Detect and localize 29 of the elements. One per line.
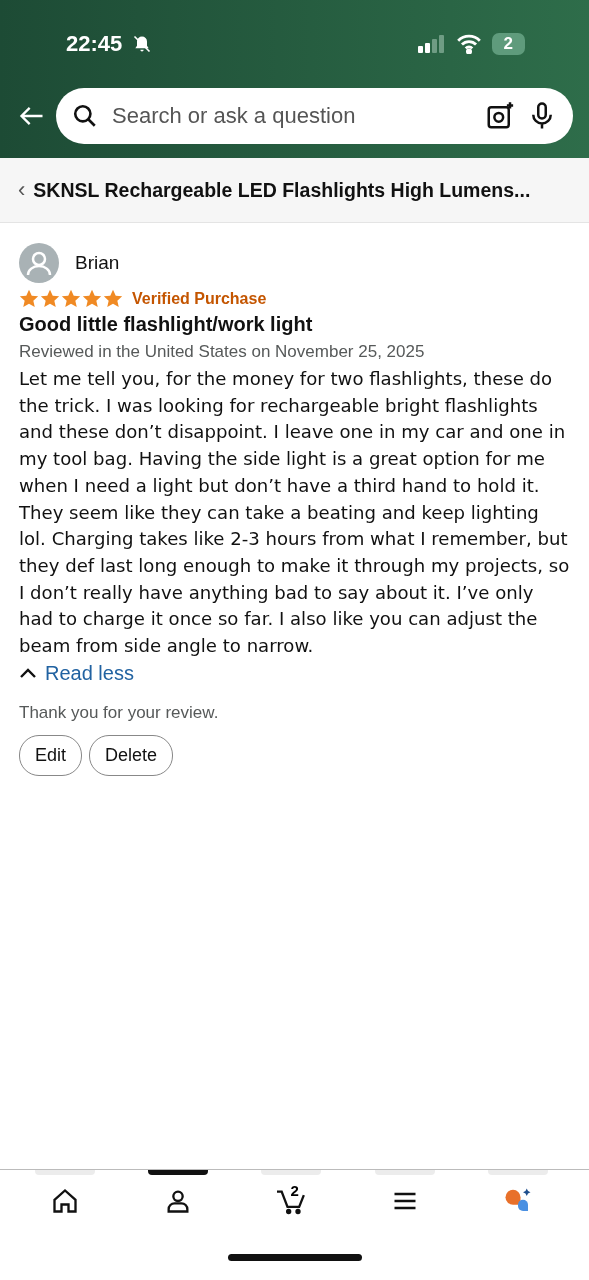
delete-button[interactable]: Delete	[89, 734, 174, 776]
muted-bell-icon	[132, 34, 153, 54]
review-title: Good little flashlight/work light	[19, 313, 314, 336]
cart-tab[interactable]: 2	[256, 1170, 327, 1232]
wifi-icon	[455, 34, 482, 54]
camera-icon[interactable]	[485, 101, 515, 131]
reviewer-name: Brian	[75, 252, 120, 274]
home-icon	[50, 1187, 79, 1215]
star-icon	[19, 289, 39, 309]
read-less-link[interactable]: Read less	[19, 661, 134, 685]
star-icon	[103, 289, 123, 309]
verified-purchase-label: Verified Purchase	[132, 290, 267, 308]
review-date: Reviewed in the United States on November 25, 2025	[19, 342, 426, 362]
signal-icon	[417, 35, 446, 53]
chevron-up-icon	[19, 667, 37, 680]
cart-count: 2	[290, 1182, 299, 1199]
star-icon	[40, 289, 60, 309]
review-text: Let me tell you, for the money for two flashlights, these do the trick. I was looking for rechargeable bright flashlights and these don’t disappoint. I leave one in my car and one in my tool bag. Having the side light is a great option for me when I need a light but don’t have a third hand to hold it. They seem like they can take a beating and keep lighting lol. Charging takes like 2-3 hours from what I remember, but they def last long enough to make it through my projects, so I don’t really have anything bad to say about it. I’ve only had to charge it once so far. I also like you can adjust the beam from side angle to narrow.	[19, 367, 570, 659]
search-icon	[72, 103, 98, 129]
product-title[interactable]: SKNSL Rechargeable LED Flashlights High Lumens...	[33, 178, 531, 202]
edit-button[interactable]: Edit	[19, 734, 83, 776]
star-icon	[61, 289, 81, 309]
back-chevron[interactable]: ‹	[18, 177, 26, 203]
search-bar[interactable]: Search or ask a question	[56, 88, 573, 144]
thanks-message: Thank you for your review.	[19, 702, 220, 723]
star-icon	[82, 289, 102, 309]
clock: 22:45	[66, 31, 123, 57]
battery-indicator: 2	[491, 33, 525, 55]
avatar-icon	[19, 243, 59, 283]
